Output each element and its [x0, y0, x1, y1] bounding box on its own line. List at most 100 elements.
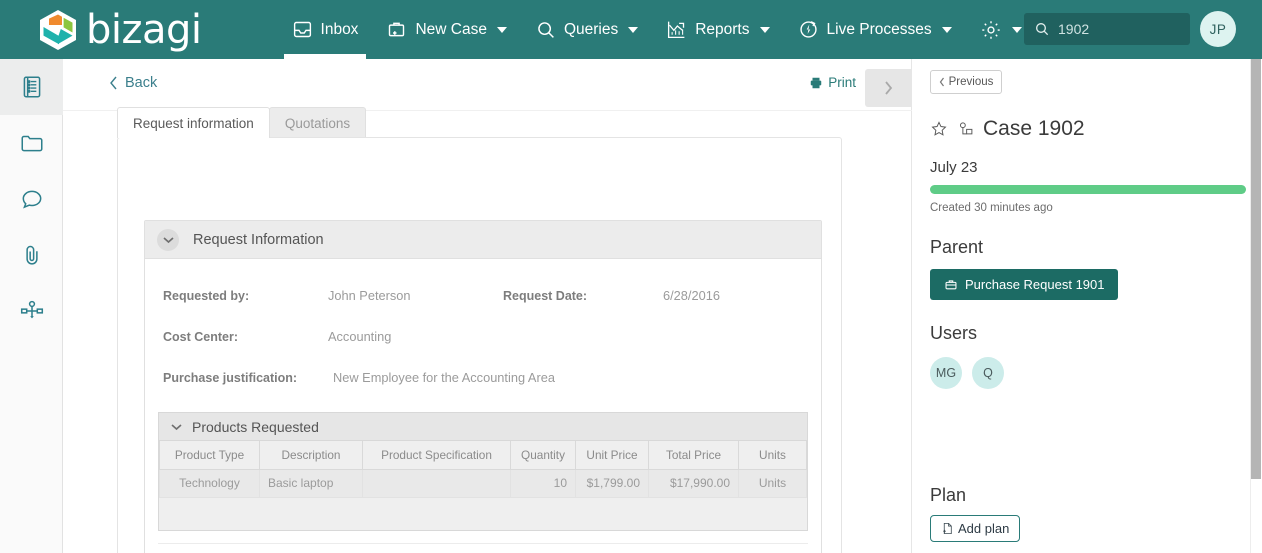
back-button[interactable]: Back: [109, 75, 157, 91]
field-row-requested-by: Requested by: John Peterson Request Date…: [145, 275, 821, 316]
bizagi-cube-icon: [36, 8, 80, 52]
user-avatar-mg[interactable]: MG: [930, 357, 962, 389]
plan-heading: Plan: [930, 485, 967, 505]
cell-product-specification: [362, 468, 511, 498]
global-search-input[interactable]: 1902: [1024, 13, 1190, 45]
nav-item-inbox[interactable]: Inbox: [278, 0, 373, 59]
products-title: Products Requested: [192, 418, 319, 435]
chevron-down-icon[interactable]: [171, 423, 182, 431]
back-label: Back: [125, 75, 158, 91]
nav-item-reports[interactable]: Reports: [652, 0, 783, 59]
field-label: Cost Center:: [163, 329, 239, 344]
chevron-down-icon: [496, 26, 507, 33]
rail-item-comments[interactable]: [0, 171, 63, 227]
document-plus-icon: [941, 521, 954, 536]
rail-item-attachments[interactable]: [0, 227, 63, 283]
cell-units: Units: [738, 468, 807, 498]
page-scrollbar[interactable]: [1250, 59, 1262, 553]
field-label: Request Date:: [503, 288, 588, 303]
table-empty-area: [159, 497, 807, 530]
cell-quantity: 10: [510, 468, 576, 498]
table-header-row: Product Type Description Product Specifi…: [159, 441, 807, 470]
form-list-icon: [19, 74, 45, 100]
comment-bubble-icon: [19, 186, 45, 212]
next-case-button[interactable]: [865, 69, 912, 107]
search-icon: [535, 19, 556, 40]
printer-icon: [810, 77, 822, 88]
previous-label: Previous: [948, 76, 994, 88]
rail-item-forms[interactable]: [0, 59, 63, 115]
case-progress-bar: [930, 185, 1246, 194]
field-row-purchase-justification: Purchase justification: New Employee for…: [145, 357, 821, 398]
field-value: John Peterson: [328, 288, 411, 303]
page-scrollbar-thumb[interactable]: [1251, 59, 1261, 479]
top-navigation-bar: bizagi Inbox New Case Queries Reports Li…: [0, 0, 1262, 59]
field-row-cost-center: Cost Center: Accounting: [145, 316, 821, 357]
chart-icon: [666, 19, 687, 40]
user-avatar[interactable]: JP: [1200, 11, 1236, 47]
tab-label: Request information: [133, 115, 254, 131]
users-list: MG Q: [930, 357, 1232, 389]
chevron-down-icon[interactable]: [157, 228, 179, 251]
plan-section: Plan Add plan: [930, 485, 1021, 542]
folder-icon: [19, 130, 45, 156]
col-product-type: Product Type: [159, 441, 260, 470]
cell-unit-price: $1,799.00: [575, 468, 649, 498]
users-heading: Users: [930, 323, 978, 343]
total-cost-row: Total Cost Estimate: $17,990.00: [158, 542, 808, 553]
cell-description: Basic laptop: [259, 468, 363, 498]
chevron-left-icon: [939, 77, 944, 87]
previous-button[interactable]: Previous: [930, 70, 1002, 94]
chevron-down-icon: [1011, 26, 1022, 33]
nav-item-new-case[interactable]: New Case: [372, 0, 521, 59]
workflow-icon: [19, 298, 45, 324]
nav-item-queries[interactable]: Queries: [521, 0, 652, 59]
cell-total-price: $17,990.00: [648, 468, 739, 498]
col-quantity: Quantity: [510, 441, 576, 470]
rail-item-documents[interactable]: [0, 115, 63, 171]
products-requested-subsection: Products Requested Product Type Descript…: [158, 412, 808, 531]
case-toolbar: Back Print: [63, 59, 912, 111]
chevron-down-icon: [759, 26, 770, 33]
request-information-section: Request Information Requested by: John P…: [144, 220, 822, 553]
field-value: Accounting: [328, 329, 392, 344]
inbox-icon: [292, 19, 313, 40]
nav-label-live-processes: Live Processes: [826, 20, 932, 38]
rail-item-process-diagram[interactable]: [0, 283, 63, 339]
col-unit-price: Unit Price: [575, 441, 649, 470]
tab-quotations[interactable]: Quotations: [268, 107, 367, 138]
bizagi-case-page: bizagi Inbox New Case Queries Reports Li…: [0, 0, 1262, 553]
tab-label: Quotations: [284, 115, 351, 131]
section-header[interactable]: Request Information: [145, 221, 821, 259]
field-value: New Employee for the Accounting Area: [333, 370, 555, 385]
cell-product-type: Technology: [159, 468, 260, 498]
section-title: Request Information: [193, 231, 324, 248]
field-label: Requested by:: [163, 288, 250, 303]
request-information-card: Request Information Requested by: John P…: [117, 137, 842, 553]
search-icon: [1034, 21, 1050, 37]
col-units: Units: [738, 441, 807, 470]
user-avatar-q[interactable]: Q: [972, 357, 1004, 389]
paperclip-icon: [19, 242, 45, 268]
bizagi-wordmark: bizagi: [86, 6, 202, 53]
tab-request-information[interactable]: Request information: [117, 107, 270, 138]
case-created-text: Created 30 minutes ago: [930, 202, 1053, 214]
nav-item-live-processes[interactable]: Live Processes: [784, 0, 966, 59]
search-value: 1902: [1058, 21, 1090, 37]
left-icon-rail: [0, 59, 63, 553]
print-button[interactable]: Print: [809, 75, 856, 90]
case-date: July 23: [930, 159, 978, 176]
nav-label-new-case: New Case: [415, 20, 487, 38]
nav-label-queries: Queries: [563, 20, 619, 38]
table-row[interactable]: Technology Basic laptop 10 $1,799.00 $17…: [159, 468, 807, 498]
add-plan-label: Add plan: [958, 521, 1010, 536]
form-tabs: Request information Quotations: [117, 107, 367, 138]
parent-case-button[interactable]: Purchase Request 1901: [930, 269, 1119, 300]
bizagi-logo[interactable]: bizagi: [36, 8, 202, 52]
parent-case-label: Purchase Request 1901: [965, 277, 1105, 292]
products-header[interactable]: Products Requested: [159, 413, 807, 441]
chevron-right-icon: [885, 81, 893, 95]
star-icon[interactable]: [930, 120, 948, 138]
add-plan-button[interactable]: Add plan: [930, 515, 1021, 542]
case-title: Case 1902: [983, 117, 1085, 140]
